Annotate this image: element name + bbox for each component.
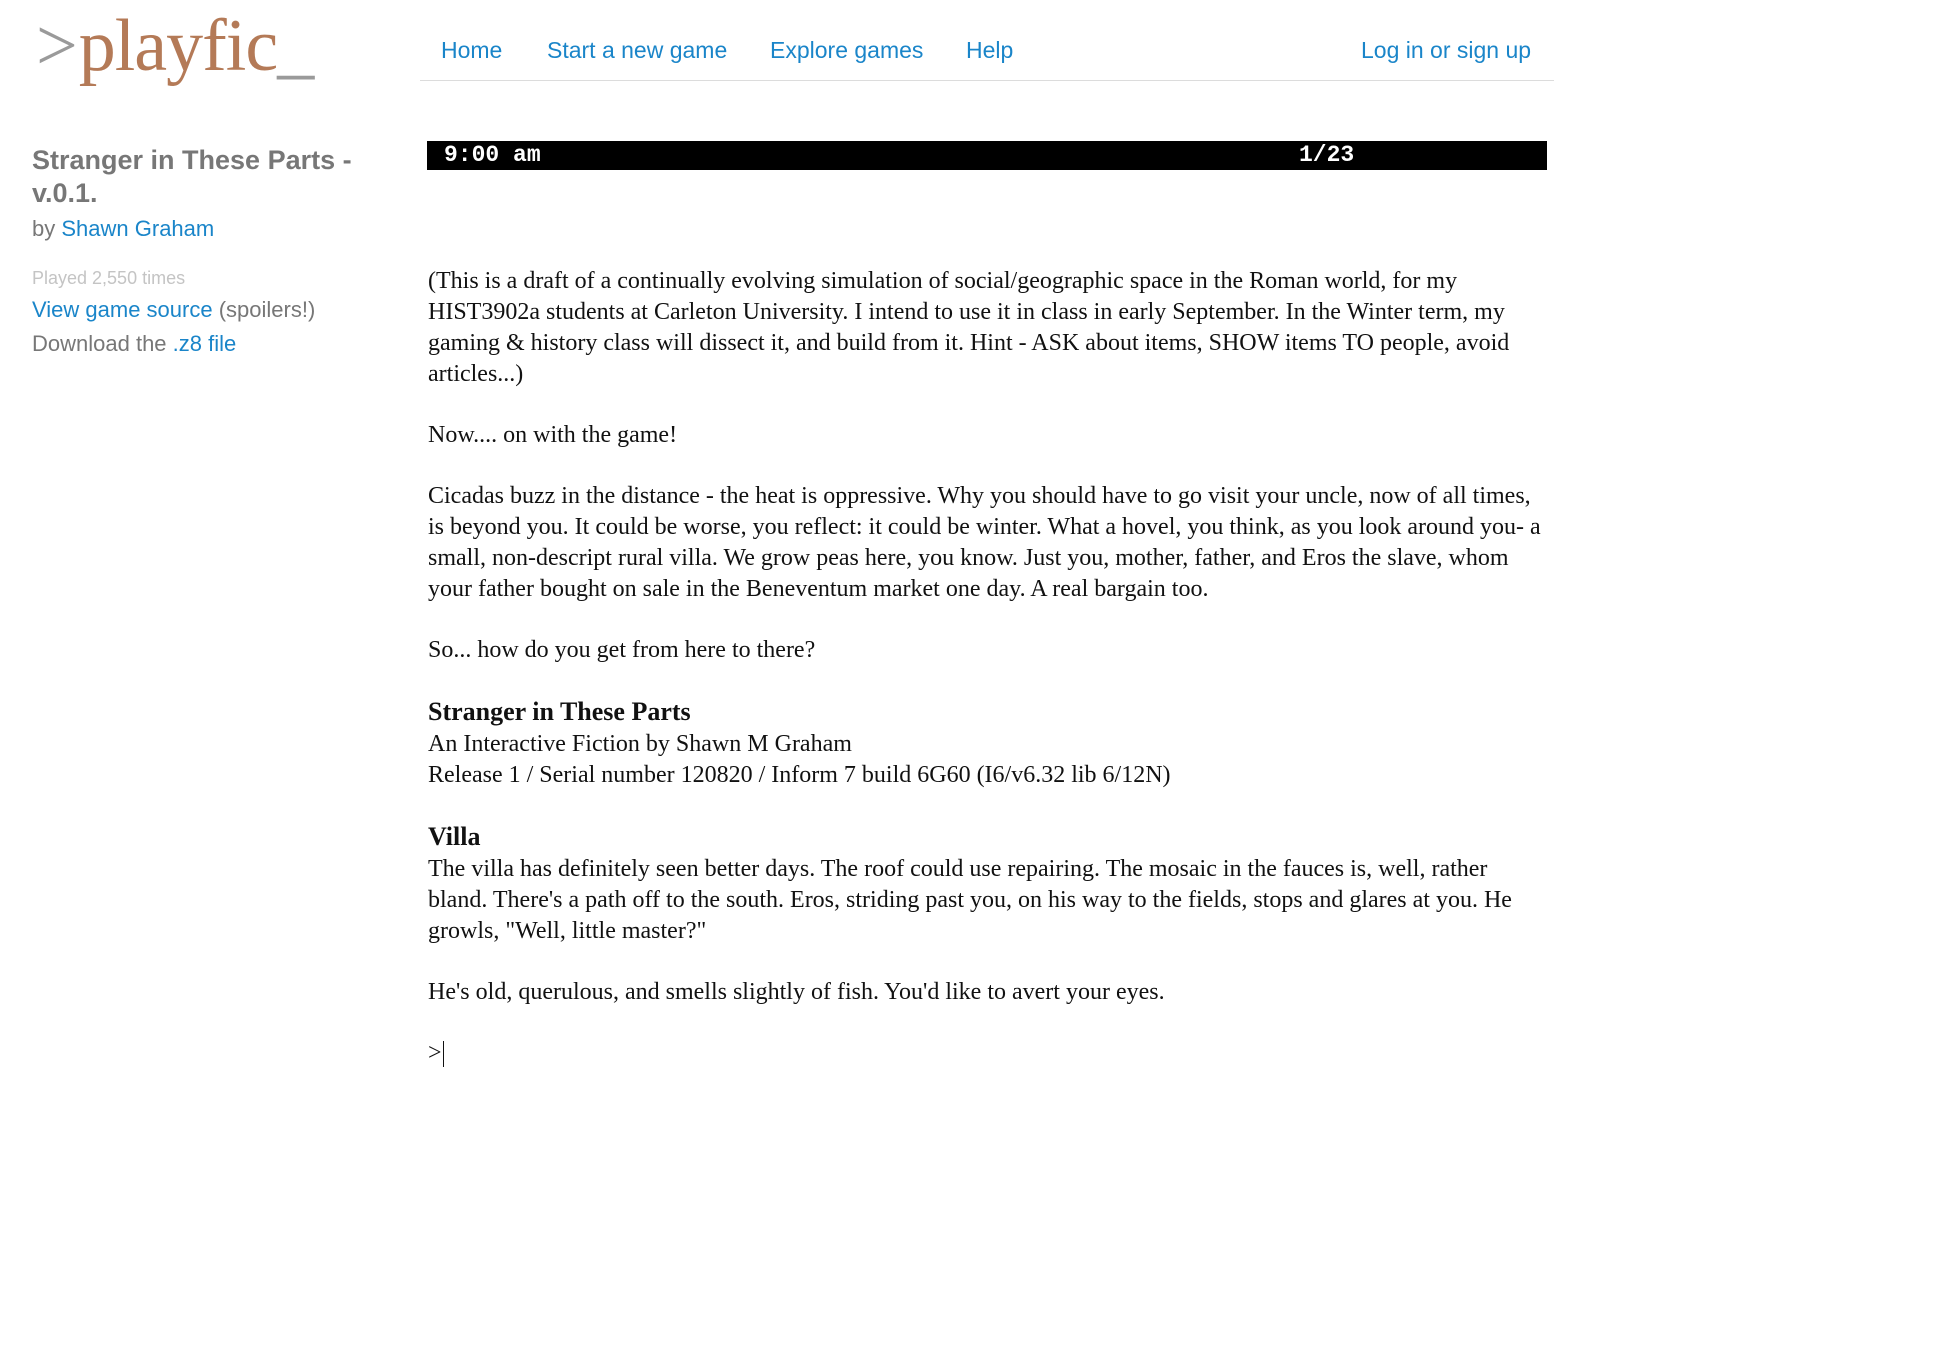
command-line: > [428,1038,1543,1069]
game-status-bar: 9:00 am 1/23 [427,141,1547,170]
eros-paragraph: He's old, querulous, and smells slightly… [428,979,1165,1005]
so-paragraph: So... how do you get from here to there? [428,637,816,663]
byline-prefix: by [32,216,56,241]
view-source-line: View game source (spoilers!) [32,297,392,323]
logo-word: playfic [78,5,278,87]
nav-start-new-game-link[interactable]: Start a new game [547,36,727,64]
author-link[interactable]: Shawn Graham [61,216,214,241]
status-score: 1/23 [1299,142,1355,168]
logo-cursor: _ [277,5,314,87]
game-transcript: (This is a draft of a continually evolvi… [428,266,1543,1069]
now-paragraph: Now.... on with the game! [428,422,678,448]
nav-login-link[interactable]: Log in or sign up [1361,36,1531,64]
game-byline: by Shawn Graham [32,216,392,242]
status-time: 9:00 am [444,142,541,168]
download-line: Download the .z8 file [32,331,392,357]
room-block: Villa The villa has definitely seen bett… [428,821,1543,947]
game-info-sidebar: Stranger in These Parts - v.0.1. by Shaw… [32,144,392,357]
spoilers-note: (spoilers!) [218,297,316,322]
cicadas-paragraph: Cicadas buzz in the distance - the heat … [428,483,1541,602]
room-name: Villa [428,822,481,851]
release-info: Release 1 / Serial number 120820 / Infor… [428,762,1171,788]
logo-prompt: > [36,5,78,87]
top-navigation: Home Start a new game Explore games Help… [420,30,1554,81]
view-game-source-link[interactable]: View game source [32,297,213,322]
room-description: The villa has definitely seen better day… [428,856,1512,944]
game-title: Stranger in These Parts - v.0.1. [32,145,352,208]
story-banner: Stranger in These Parts An Interactive F… [428,696,1543,791]
nav-explore-games-link[interactable]: Explore games [770,36,923,64]
download-prefix: Download the [32,331,167,356]
text-caret [442,1040,444,1067]
download-z8-link[interactable]: .z8 file [173,331,237,356]
command-prompt: > [428,1040,442,1066]
command-input[interactable] [445,1040,1346,1067]
nav-help-link[interactable]: Help [966,36,1013,64]
playfic-logo[interactable]: >playfic_ [36,5,314,87]
story-subtitle: An Interactive Fiction by Shawn M Graham [428,731,852,757]
play-count: Played 2,550 times [32,268,186,288]
nav-home-link[interactable]: Home [441,36,502,64]
story-title: Stranger in These Parts [428,697,691,726]
intro-paragraph: (This is a draft of a continually evolvi… [428,268,1510,387]
